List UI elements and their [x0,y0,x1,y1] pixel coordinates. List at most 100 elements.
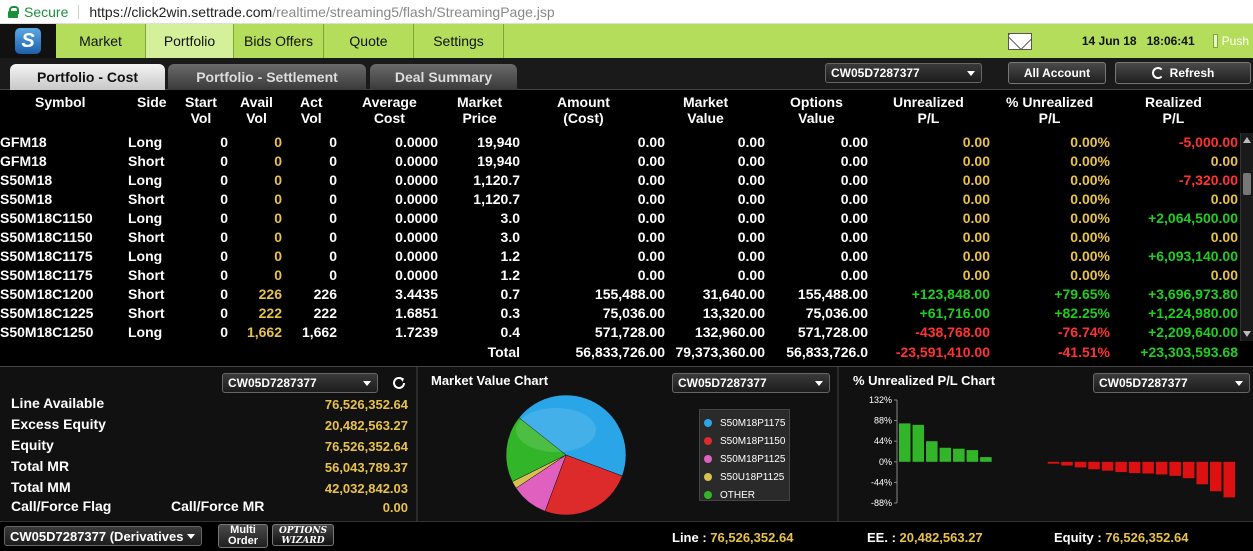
column-header-side[interactable]: Side [137,94,167,110]
cell-act: 0 [329,172,337,188]
portfolio-table: Symbol Side Start Vol Avail Vol Act Vol Average C… [0,91,1240,365]
table-scrollbar[interactable] [1240,133,1253,341]
cell-amount: 0.00 [637,248,665,264]
cell-mval: 13,320.00 [702,305,765,321]
table-row[interactable]: S50M18 Short 0 0 0 0.0000 1,120.7 0.00 0.00 0.00 0… [0,190,1240,209]
column-header-symbol[interactable]: Symbol [35,94,86,110]
table-row[interactable]: S50M18C1200 Short 0 226 226 3.4435 0.7 155,488.… [0,285,1240,304]
tab-bids-offers[interactable]: Bids Offers [234,24,324,58]
pl-bar[interactable] [966,450,979,462]
cell-pupl: 0.00% [1070,210,1110,226]
account-item-label: Total MR [11,458,70,474]
market-value-chart-select[interactable]: CW05D7287377 [672,373,830,393]
tab-quote[interactable]: Quote [324,24,414,58]
pl-bar[interactable] [980,457,992,462]
cell-pupl: 0.00% [1070,191,1110,207]
tab-deal-summary[interactable]: Deal Summary [370,64,517,90]
table-row[interactable]: S50M18C1175 Long 0 0 0 0.0000 1.2 0.00 0.00 0.00 0… [0,247,1240,266]
scroll-thumb[interactable] [1243,173,1251,195]
table-row[interactable]: S50M18C1150 Long 0 0 0 0.0000 3.0 0.00 0.00 0.00 0… [0,209,1240,228]
market-value-pie-chart[interactable] [500,393,636,521]
account-refresh-icon[interactable] [390,374,408,392]
column-header-act[interactable]: Act Vol [300,94,323,126]
panel-divider [837,367,839,522]
all-account-button[interactable]: All Account [1008,62,1106,84]
options-wizard-button[interactable]: OPTIONS WIZARD [272,524,334,546]
table-row[interactable]: S50M18C1150 Short 0 0 0 0.0000 3.0 0.00 0.00 0.00… [0,228,1240,247]
pl-bar[interactable] [1182,461,1195,479]
pl-bar[interactable] [1169,461,1181,476]
pl-bar-chart[interactable]: 132% 88% 44% 0% -44% -88% [845,393,1245,513]
table-row[interactable]: S50M18C1175 Short 0 0 0 0.0000 1.2 0.00 0.00 0.00… [0,266,1240,285]
column-header-price[interactable]: Market Price [457,94,502,126]
pl-bar[interactable] [1047,461,1060,464]
cell-symbol: S50M18C1150 [0,229,93,245]
column-header-avg[interactable]: Average Cost [362,94,417,126]
pl-bar[interactable] [1088,461,1100,470]
column-header-avail[interactable]: Avail Vol [240,94,273,126]
multi-order-button[interactable]: Multi Order [218,524,268,548]
pl-bar[interactable] [1142,461,1154,474]
pl-bar[interactable] [939,447,952,462]
total-unrealized-pl: -23,591,410.00 [895,344,990,360]
legend-label: S50M18P1125 [720,453,786,465]
column-header-rpl[interactable]: Realized P/L [1145,94,1202,126]
column-header-amount[interactable]: Amount (Cost) [557,94,610,126]
scroll-up-icon[interactable] [1243,137,1251,143]
table-row[interactable]: GFM18 Long 0 0 0 0.0000 19,940 0.00 0.00 0.00 0.00… [0,133,1240,152]
column-header-oval[interactable]: Options Value [790,94,843,126]
tab-portfolio-cost[interactable]: Portfolio - Cost [10,64,165,90]
cell-avg: 0.0000 [395,210,438,226]
tab-settings[interactable]: Settings [414,24,504,58]
pl-bar[interactable] [1196,461,1208,485]
mail-icon[interactable] [1007,32,1032,50]
pl-bar[interactable] [1074,461,1087,468]
url-path[interactable]: /realtime/streaming5/flash/StreamingPage… [272,4,554,20]
pl-bar[interactable] [1061,461,1073,466]
account-panel-select[interactable]: CW05D7287377 [222,373,378,393]
pl-chart-select[interactable]: CW05D7287377 [1093,373,1250,393]
column-header-text: Market [457,94,503,110]
total-realized-pl: +23,303,593.68 [1140,344,1238,360]
status-line-value: 76,526,352.64 [710,530,794,545]
pl-bar[interactable] [1128,461,1141,474]
tab-market[interactable]: Market [56,24,146,58]
table-row[interactable]: S50M18C1250 Long 0 1,662 1,662 1.7239 0.4 571,7… [0,323,1240,342]
tab-portfolio-settlement[interactable]: Portfolio - Settlement [168,64,366,90]
refresh-button[interactable]: Refresh [1115,62,1251,84]
derivatives-account-select[interactable]: CW05D7287377 (Derivatives [4,526,202,546]
table-row[interactable]: S50M18C1225 Short 0 222 222 1.6851 0.3 75,036.0… [0,304,1240,323]
pl-bar[interactable] [1223,461,1235,498]
pl-bar[interactable] [1101,461,1114,471]
pl-bar[interactable] [1155,461,1168,475]
cell-oval: 0.00 [840,229,868,245]
pl-bar[interactable] [926,441,938,462]
table-row[interactable]: S50M18 Long 0 0 0 0.0000 1,120.7 0.00 0.00 0.00 0.… [0,171,1240,190]
account-select[interactable]: CW05D7287377 [825,63,982,83]
cell-rpl: +1,224,980.00 [1148,305,1238,321]
cell-upl: 0.00 [962,172,990,188]
column-header-start[interactable]: Start Vol [185,94,217,126]
browser-address-bar[interactable]: Secure https://click2win.settrade.com/re… [0,0,1253,24]
cell-amount: 0.00 [637,153,665,169]
pl-bar[interactable] [1209,461,1222,492]
cell-upl: 0.00 [962,229,990,245]
push-toggle[interactable]: Push [1212,34,1249,48]
pl-bar[interactable] [912,424,925,462]
tab-portfolio[interactable]: Portfolio [146,24,234,58]
cell-symbol: S50M18 [0,191,53,207]
pl-bar[interactable] [953,448,965,462]
column-header-pupl[interactable]: % Unrealized P/L [1006,94,1093,126]
pl-bar[interactable] [1115,461,1127,473]
column-header-mval[interactable]: Market Value [683,94,728,126]
scroll-down-icon[interactable] [1243,331,1251,337]
table-row[interactable]: GFM18 Short 0 0 0 0.0000 19,940 0.00 0.00 0.00 0.0… [0,152,1240,171]
url-host[interactable]: https://click2win.settrade.com [89,4,272,20]
app-logo[interactable]: S [0,24,56,58]
cell-start: 0 [220,172,228,188]
column-header-text: Value [798,110,835,126]
y-tick-label: 132% [869,395,892,405]
pl-bar[interactable] [899,423,911,462]
cell-price: 19,940 [477,153,520,169]
column-header-upl[interactable]: Unrealized P/L [893,94,964,126]
